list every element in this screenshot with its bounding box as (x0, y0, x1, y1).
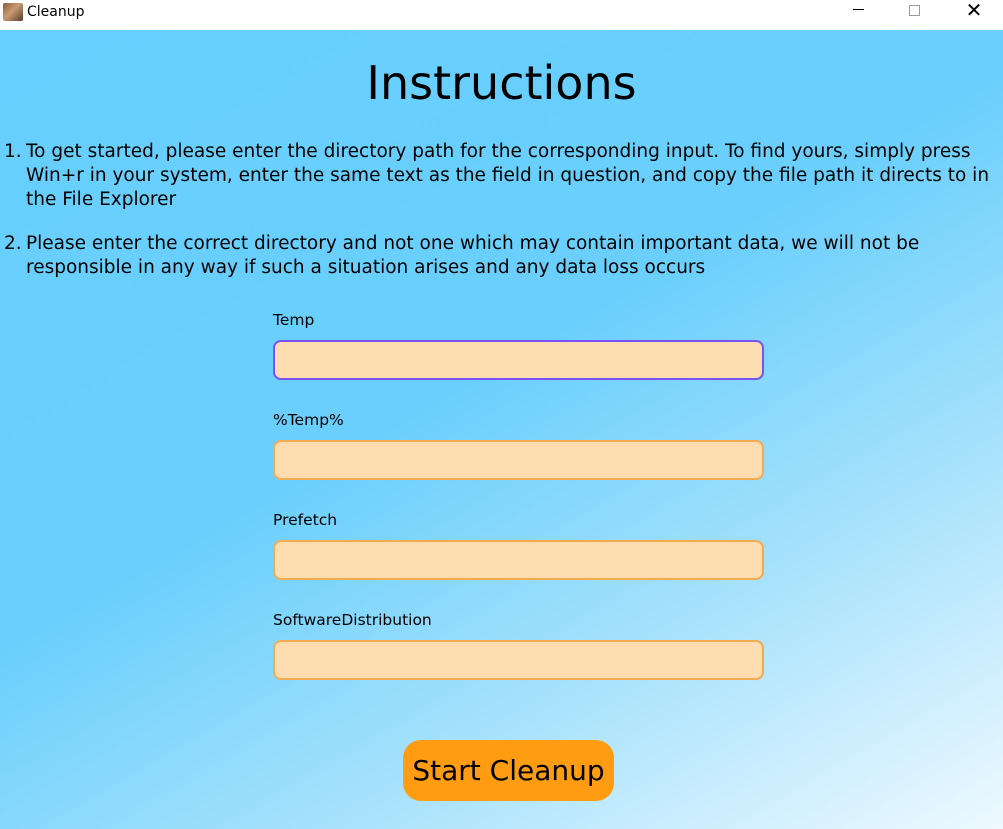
close-icon: ✕ (965, 0, 983, 22)
prefetch-label: Prefetch (273, 511, 338, 529)
software-distribution-input[interactable] (273, 640, 764, 680)
instruction-text: To get started, please enter the directo… (26, 141, 990, 210)
instruction-text: Please enter the correct directory and n… (26, 233, 920, 278)
percent-temp-label: %Temp% (273, 411, 344, 429)
instruction-item: 2. Please enter the correct directory an… (4, 232, 999, 280)
app-icon (3, 3, 23, 21)
window-title: Cleanup (27, 4, 85, 20)
instructions-list: 1. To get started, please enter the dire… (4, 140, 999, 300)
temp-label: Temp (273, 311, 315, 329)
percent-temp-input[interactable] (273, 440, 764, 480)
page-title: Instructions (366, 56, 637, 110)
temp-input[interactable] (273, 340, 764, 380)
close-button[interactable]: ✕ (951, 0, 997, 26)
software-distribution-label: SoftwareDistribution (273, 611, 432, 629)
prefetch-input[interactable] (273, 540, 764, 580)
instruction-number: 2. (4, 233, 22, 254)
minimize-button[interactable] (835, 0, 881, 26)
instruction-number: 1. (4, 141, 22, 162)
maximize-button[interactable] (891, 0, 937, 26)
maximize-icon (908, 4, 920, 16)
main-content: Instructions 1. To get started, please e… (0, 30, 1003, 829)
app-window: Cleanup ✕ Instructions 1. To get started… (0, 0, 1003, 829)
minimize-icon (852, 8, 864, 10)
title-bar[interactable]: Cleanup ✕ (0, 0, 1003, 30)
start-cleanup-button[interactable]: Start Cleanup (403, 740, 614, 801)
instruction-item: 1. To get started, please enter the dire… (4, 140, 999, 212)
